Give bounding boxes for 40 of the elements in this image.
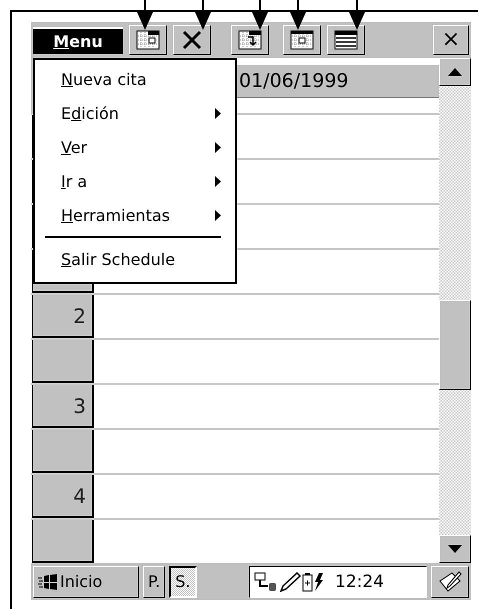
hour-label: 4 [32,475,94,518]
hour-label: 2 [32,295,94,338]
network-icon [254,572,278,592]
windows-logo-icon [38,574,58,590]
start-button[interactable]: Inicio [33,566,139,598]
cross-icon [181,29,203,51]
calendar-view-button[interactable] [283,25,321,55]
scroll-up-button[interactable] [439,58,471,86]
pen-on-pad-icon [438,570,462,592]
calendar-view-button[interactable] [129,25,167,55]
delete-button[interactable] [173,25,211,55]
submenu-arrow-icon [215,108,221,118]
menu-item[interactable]: Salir Schedule [61,250,176,268]
submenu-arrow-icon [215,210,221,220]
battery-charging-icon [302,572,324,592]
calendar-icon [290,30,314,50]
input-panel-button[interactable] [431,566,469,598]
calendar-view-button[interactable] [231,25,269,55]
menu-item[interactable]: Ir a [61,172,88,190]
scroll-thumb[interactable] [439,300,471,390]
task-button[interactable]: P. [143,566,166,598]
hour-label: 3 [32,385,94,428]
task-button[interactable]: S. [169,566,196,598]
submenu-arrow-icon [215,142,221,152]
menu-button[interactable]: Menu [33,26,123,54]
pen-icon [279,572,301,592]
menu-item[interactable]: Ver [61,138,88,156]
up-arrow-icon [448,68,462,76]
close-button[interactable]: × [433,25,469,55]
calendar-icon [238,30,262,50]
calendar-icon [334,30,358,50]
menu-item[interactable]: Herramientas [61,206,170,224]
clock-time: 12:24 [335,572,384,592]
calendar-icon [136,30,160,50]
submenu-arrow-icon [215,176,221,186]
scroll-down-button[interactable] [439,535,471,563]
down-arrow-icon [448,545,462,553]
scrollbar[interactable] [439,58,471,563]
menu-item[interactable]: Edición [61,104,119,122]
calendar-view-button[interactable] [327,25,365,55]
